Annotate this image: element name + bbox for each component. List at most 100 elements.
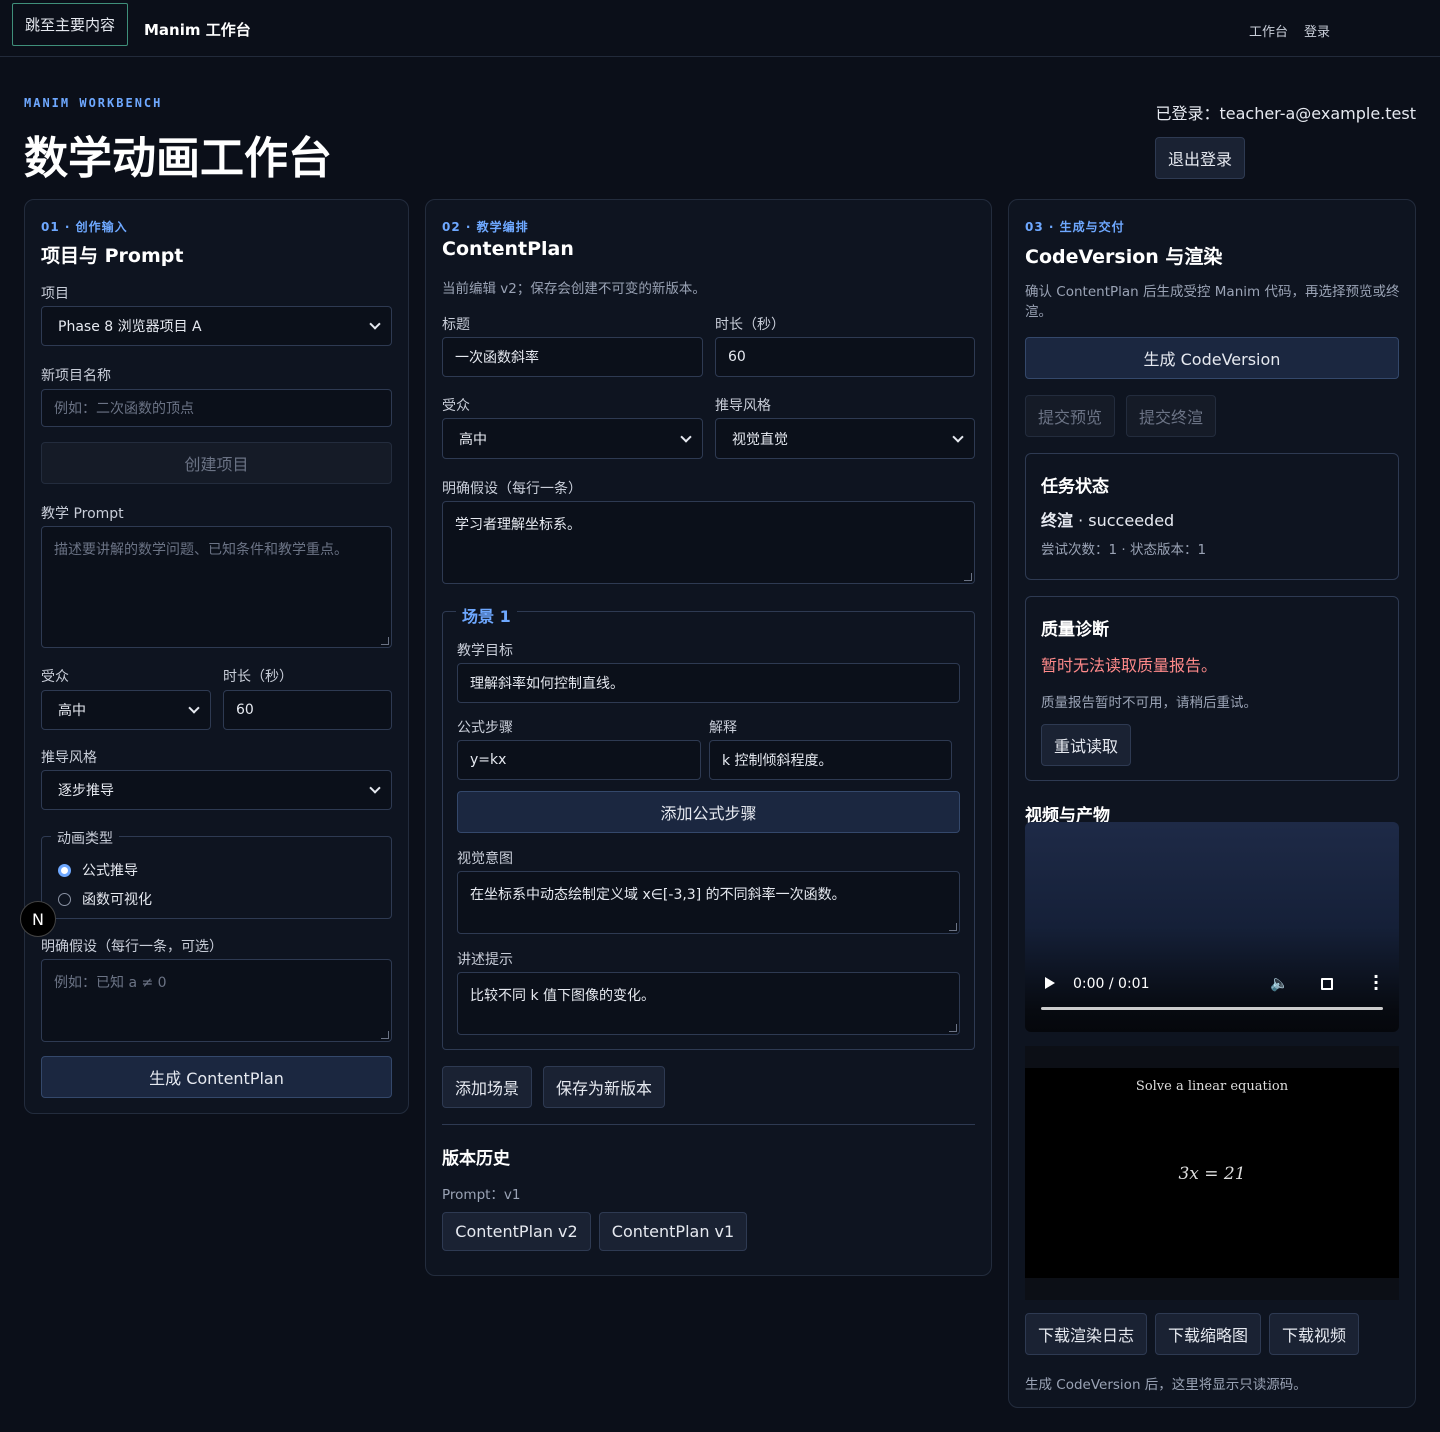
quality-note: 质量报告暂时不可用，请稍后重试。 xyxy=(1041,695,1257,711)
history-prompt: Prompt：v1 xyxy=(442,1187,521,1203)
quality-title: 质量诊断 xyxy=(1041,620,1109,640)
top-nav: 工作台 登录 xyxy=(1249,21,1330,40)
thumbnail-image: Solve a linear equation 3x = 21 xyxy=(1025,1068,1399,1278)
resize-handle-icon[interactable] xyxy=(949,1024,957,1032)
source-note: 生成 CodeVersion 后，这里将显示只读源码。 xyxy=(1025,1377,1307,1393)
radio-function[interactable]: 函数可视化 xyxy=(58,889,152,909)
brand[interactable]: Manim 工作台 xyxy=(144,19,251,40)
quality-card: 质量诊断 暂时无法读取质量报告。 质量报告暂时不可用，请稍后重试。 重试读取 xyxy=(1025,596,1399,781)
chevron-down-icon xyxy=(952,430,964,443)
duration-label: 时长（秒） xyxy=(715,317,785,333)
eyebrow: MANIM WORKBENCH xyxy=(24,96,163,110)
fullscreen-icon[interactable] xyxy=(1321,978,1333,990)
skip-to-content-link[interactable]: 跳至主要内容 xyxy=(12,3,129,46)
formula-input[interactable]: y=kx xyxy=(457,740,701,780)
video-player[interactable]: 0:00 / 0:01 🔈 · · · xyxy=(1025,822,1399,1032)
duration-input[interactable]: 60 xyxy=(223,690,392,730)
radio-formula-label: 公式推导 xyxy=(82,863,138,879)
panel-title: ContentPlan xyxy=(442,238,574,260)
title-label: 标题 xyxy=(442,317,470,333)
style-select[interactable]: 逐步推导 xyxy=(41,770,392,810)
quality-error: 暂时无法读取质量报告。 xyxy=(1041,656,1218,675)
radio-checked-icon[interactable] xyxy=(58,863,71,877)
style-label: 推导风格 xyxy=(715,398,771,414)
task-kind: 终渲 xyxy=(1041,511,1074,530)
save-version-button[interactable]: 保存为新版本 xyxy=(543,1066,665,1108)
new-project-input[interactable]: 例如：二次函数的顶点 xyxy=(41,389,392,427)
prompt-label: 教学 Prompt xyxy=(41,506,124,522)
narration-textarea[interactable]: 比较不同 k 值下图像的变化。 xyxy=(457,972,960,1035)
assumptions-textarea[interactable]: 学习者理解坐标系。 xyxy=(442,501,975,584)
version-note: 当前编辑 v2；保存会创建不可变的新版本。 xyxy=(442,281,706,297)
project-select-value: Phase 8 浏览器项目 A xyxy=(58,319,202,335)
resize-handle-icon[interactable] xyxy=(381,637,389,645)
assumptions-placeholder: 例如：已知 a ≠ 0 xyxy=(54,975,167,991)
project-select[interactable]: Phase 8 浏览器项目 A xyxy=(41,306,392,346)
nav-workbench[interactable]: 工作台 xyxy=(1249,21,1288,40)
nav-login[interactable]: 登录 xyxy=(1304,21,1330,40)
more-options-icon[interactable]: · · · xyxy=(1373,969,1379,997)
resize-handle-icon[interactable] xyxy=(949,923,957,931)
step-label: 03 · 生成与交付 xyxy=(1025,220,1125,234)
generate-codeversion-button[interactable]: 生成 CodeVersion xyxy=(1025,337,1399,379)
thumbnail-title: Solve a linear equation xyxy=(1135,1079,1289,1094)
animation-type-legend: 动画类型 xyxy=(51,828,119,848)
dev-tools-badge[interactable]: N xyxy=(20,901,56,937)
scene-legend: 场景 1 xyxy=(456,603,517,627)
retry-button[interactable]: 重试读取 xyxy=(1041,724,1131,766)
assumptions-label: 明确假设（每行一条，可选） xyxy=(41,939,223,955)
chevron-down-icon xyxy=(369,782,381,794)
video-progress-bar[interactable] xyxy=(1041,1007,1383,1010)
visual-textarea[interactable]: 在坐标系中动态绘制定义域 x∈[-3,3] 的不同斜率一次函数。 xyxy=(457,871,960,934)
style-label: 推导风格 xyxy=(41,750,97,766)
generate-contentplan-button[interactable]: 生成 ContentPlan xyxy=(41,1056,392,1098)
duration-input[interactable]: 60 xyxy=(715,337,975,377)
version-button-v2[interactable]: ContentPlan v2 xyxy=(442,1212,591,1251)
goal-label: 教学目标 xyxy=(457,643,513,659)
narration-label: 讲述提示 xyxy=(457,952,513,968)
style-select[interactable]: 视觉直觉 xyxy=(715,418,975,459)
divider xyxy=(442,1124,975,1125)
radio-formula[interactable]: 公式推导 xyxy=(58,860,138,880)
duration-label: 时长（秒） xyxy=(223,669,293,685)
add-scene-button[interactable]: 添加场景 xyxy=(442,1066,532,1108)
radio-function-label: 函数可视化 xyxy=(82,892,152,908)
history-title: 版本历史 xyxy=(442,1149,510,1169)
goal-input[interactable]: 理解斜率如何控制直线。 xyxy=(457,663,960,703)
render-panel: 03 · 生成与交付 CodeVersion 与渲染 确认 ContentPla… xyxy=(1008,199,1416,1408)
download-thumbnail-button[interactable]: 下载缩略图 xyxy=(1155,1313,1261,1355)
panel-title: 项目与 Prompt xyxy=(41,245,184,267)
submit-preview-button[interactable]: 提交预览 xyxy=(1025,395,1115,437)
audience-select-value: 高中 xyxy=(58,703,86,719)
audience-select[interactable]: 高中 xyxy=(41,690,211,730)
assumptions-label: 明确假设（每行一条） xyxy=(442,481,582,497)
style-select-value: 视觉直觉 xyxy=(732,431,788,448)
download-log-button[interactable]: 下载渲染日志 xyxy=(1025,1313,1147,1355)
chevron-down-icon xyxy=(369,318,381,330)
create-project-button[interactable]: 创建项目 xyxy=(41,442,392,484)
version-button-v1[interactable]: ContentPlan v1 xyxy=(599,1212,747,1251)
download-video-button[interactable]: 下载视频 xyxy=(1269,1313,1359,1355)
task-status-title: 任务状态 xyxy=(1041,477,1109,497)
assumptions-textarea[interactable]: 例如：已知 a ≠ 0 xyxy=(41,959,392,1042)
logout-button[interactable]: 退出登录 xyxy=(1155,137,1245,179)
volume-icon[interactable]: 🔈 xyxy=(1270,974,1289,992)
audience-select[interactable]: 高中 xyxy=(442,418,703,459)
video-time: 0:00 / 0:01 xyxy=(1073,976,1150,992)
radio-unchecked-icon[interactable] xyxy=(58,892,71,906)
add-formula-step-button[interactable]: 添加公式步骤 xyxy=(457,791,960,833)
style-select-value: 逐步推导 xyxy=(58,783,114,799)
prompt-textarea[interactable]: 描述要讲解的数学问题、已知条件和教学重点。 xyxy=(41,526,392,648)
explain-label: 解释 xyxy=(709,720,737,736)
explain-input[interactable]: k 控制倾斜程度。 xyxy=(709,740,952,780)
submit-final-button[interactable]: 提交终渲 xyxy=(1126,395,1216,437)
play-icon[interactable] xyxy=(1045,977,1055,989)
formula-label: 公式步骤 xyxy=(457,720,513,736)
chevron-down-icon xyxy=(188,702,200,714)
input-panel: 01 · 创作输入 项目与 Prompt 项目 Phase 8 浏览器项目 A … xyxy=(24,199,409,1114)
task-status-line: 终渲 · succeeded xyxy=(1041,511,1175,530)
resize-handle-icon[interactable] xyxy=(381,1031,389,1039)
resize-handle-icon[interactable] xyxy=(964,573,972,581)
top-bar: 跳至主要内容 Manim 工作台 工作台 登录 xyxy=(0,0,1440,57)
title-input[interactable]: 一次函数斜率 xyxy=(442,337,703,377)
